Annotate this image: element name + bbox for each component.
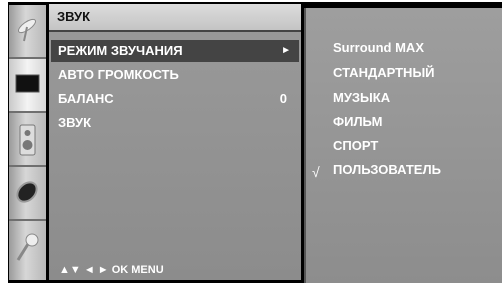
category-sound[interactable] (9, 113, 46, 167)
option-surround-max[interactable]: Surround MAX (333, 38, 424, 58)
check-icon: √ (312, 164, 320, 180)
category-lock[interactable] (9, 221, 46, 273)
satellite-dish-icon (17, 18, 37, 42)
option-standard[interactable]: СТАНДАРТНЫЙ (333, 63, 435, 83)
option-film[interactable]: ФИЛЬМ (333, 112, 382, 132)
menu-title: ЗВУК (49, 4, 301, 32)
key-icon (16, 233, 39, 261)
menu-item-sound-mode[interactable]: РЕЖИМ ЗВУЧАНИЯ ► (51, 40, 299, 62)
category-strip (9, 5, 46, 280)
sound-mode-submenu: Surround MAX СТАНДАРТНЫЙ МУЗЫКА ФИЛЬМ СП… (304, 8, 502, 283)
submenu-arrow-icon: ► (281, 45, 291, 56)
screen-icon (15, 74, 40, 93)
menu-item-sound[interactable]: ЗВУК (51, 112, 299, 134)
menu-item-label: АВТО ГРОМКОСТЬ (58, 67, 179, 82)
menu-item-balance[interactable]: БАЛАНС 0 (51, 88, 299, 110)
menu-item-label: БАЛАНС (58, 91, 114, 106)
category-channel[interactable] (9, 5, 46, 59)
speaker-icon (19, 124, 36, 156)
balance-value: 0 (279, 91, 287, 106)
option-music[interactable]: МУЗЫКА (333, 88, 390, 108)
category-time[interactable] (9, 167, 46, 221)
navigation-hint: ▲▼ ◄ ► OK MENU (59, 264, 164, 276)
option-sport[interactable]: СПОРТ (333, 136, 378, 156)
menu-item-auto-volume[interactable]: АВТО ГРОМКОСТЬ (51, 64, 299, 86)
menu-item-label: ЗВУК (58, 115, 92, 130)
option-user[interactable]: ПОЛЬЗОВАТЕЛЬ (333, 160, 441, 180)
menu-item-label: РЕЖИМ ЗВУЧАНИЯ (58, 43, 183, 58)
disc-icon (16, 181, 38, 203)
category-picture[interactable] (9, 59, 46, 113)
sound-menu-panel: ЗВУК РЕЖИМ ЗВУЧАНИЯ ► АВТО ГРОМКОСТЬ БАЛ… (49, 4, 301, 280)
